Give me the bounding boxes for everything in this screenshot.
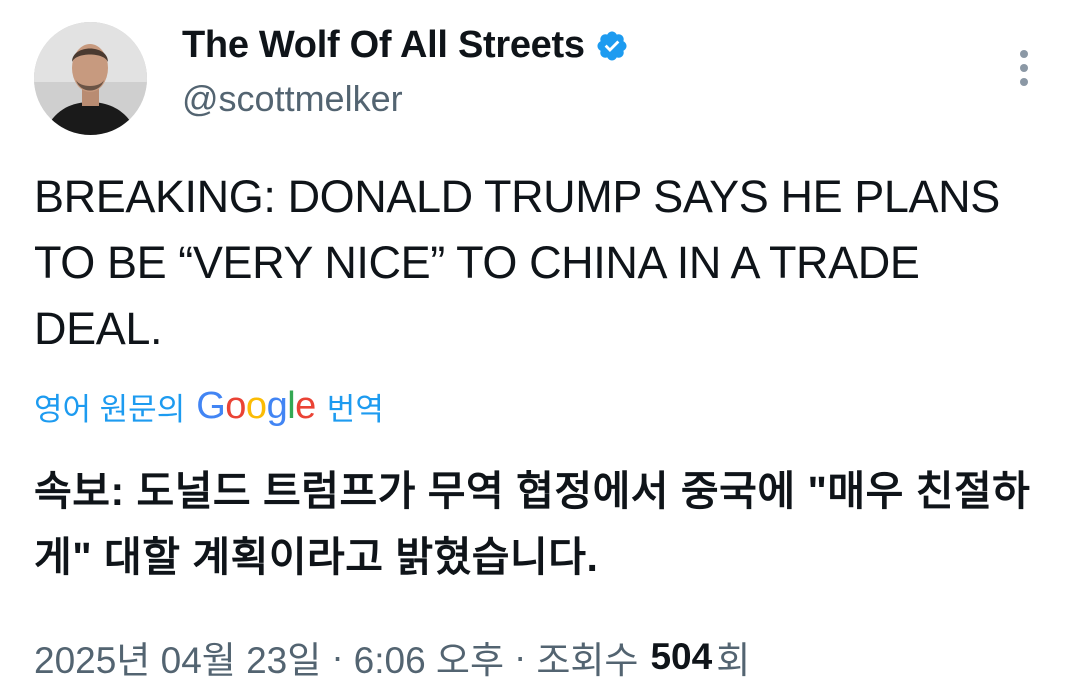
meta-separator: · (331, 636, 344, 677)
verified-badge-icon (597, 30, 627, 61)
meta-separator: · (514, 636, 527, 677)
author-display-name[interactable]: The Wolf Of All Streets (182, 24, 585, 67)
tweet-card: The Wolf Of All Streets @scottmelker BRE… (0, 0, 1080, 695)
tweet-date[interactable]: 2025년 04월 23일 (34, 630, 321, 684)
more-dot (1020, 78, 1028, 86)
author-handle[interactable]: @scottmelker (182, 78, 403, 120)
views-suffix: 회 (716, 640, 751, 681)
translation-suffix: 번역 (326, 392, 384, 427)
more-options-icon[interactable] (1012, 50, 1036, 86)
translated-tweet-text: 속보: 도널드 트럼프가 무역 협정에서 중국에 "매우 친절하게" 대할 계획… (34, 468, 1031, 580)
more-dot (1020, 64, 1028, 72)
tweet-time[interactable]: 6:06 오후 (354, 630, 504, 684)
views-count: 504 (650, 636, 713, 677)
author-name-row[interactable]: The Wolf Of All Streets (182, 24, 629, 67)
tweet-text: BREAKING: DONALD TRUMP SAYS HE PLANS TO … (34, 171, 1000, 354)
more-dot (1020, 50, 1028, 58)
translation-attribution[interactable]: 영어 원문의 Google 번역 (34, 384, 384, 429)
avatar-image (34, 22, 147, 135)
avatar[interactable] (34, 22, 147, 135)
views-label: 조회수 (536, 640, 639, 681)
google-logo: Google (196, 385, 316, 427)
translation-prefix: 영어 원문의 (34, 392, 186, 427)
tweet-meta: 2025년 04월 23일 · 6:06 오후 · 조회수 504 회 (34, 630, 750, 684)
